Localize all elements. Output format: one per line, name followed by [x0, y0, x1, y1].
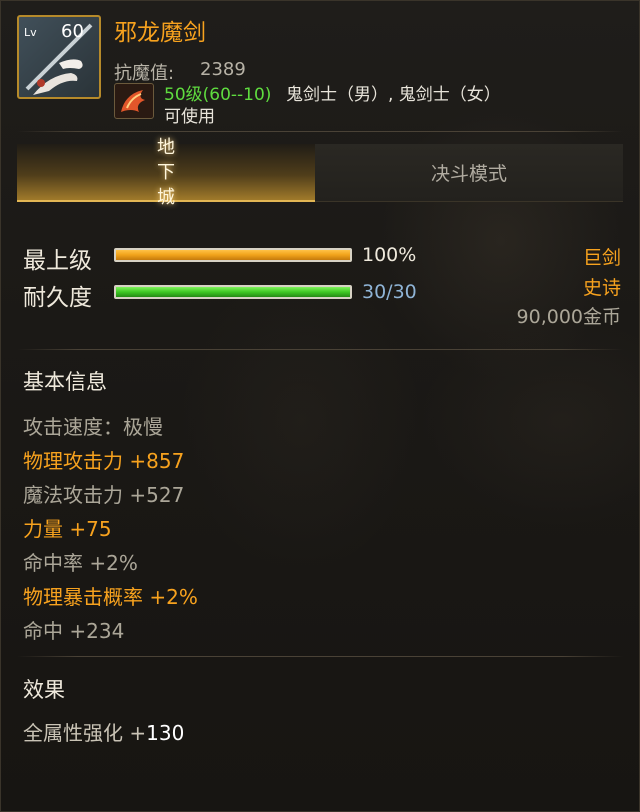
upgrade-bar-fill — [116, 250, 350, 260]
tab-pvp[interactable]: 决斗模式 — [315, 144, 623, 202]
attr-accuracy: 命中 +234 — [23, 619, 125, 643]
upgrade-label: 最上级 — [23, 248, 92, 274]
attr-physical-attack: 物理攻击力 +857 — [23, 449, 185, 473]
effect-label: 全属性强化 + — [23, 721, 147, 745]
basic-info-title: 基本信息 — [23, 370, 107, 394]
rarity: 史诗 — [582, 277, 621, 299]
item-level: 60 — [61, 21, 84, 42]
item-icon-frame[interactable]: Lv 60 — [17, 15, 101, 99]
effects-divider — [17, 656, 623, 657]
durability-bar-fill — [116, 287, 350, 297]
effect-value: 130 — [146, 721, 185, 745]
upgrade-value: 100% — [362, 244, 417, 266]
effects-title: 效果 — [23, 678, 65, 702]
effect-all-element: 全属性强化 +130 — [23, 717, 184, 746]
header-divider — [17, 131, 623, 132]
tab-dungeon[interactable]: 地下城 — [17, 137, 315, 208]
attr-attack-speed: 攻击速度：极慢 — [23, 415, 163, 439]
durability-label: 耐久度 — [23, 285, 92, 311]
durability-bar — [114, 285, 352, 299]
required-classes: 鬼剑士（男）, 鬼剑士（女） — [286, 85, 501, 105]
item-tooltip-panel: Lv 60 邪龙魔剑 抗魔值: 2389 50级(60--10) 鬼剑士（男）,… — [0, 0, 640, 812]
upgrade-bar — [114, 248, 352, 262]
mode-tabs: 地下城 决斗模式 — [17, 137, 623, 208]
usable-status: 可使用 — [164, 107, 215, 127]
stats-divider — [17, 349, 623, 350]
item-name: 邪龙魔剑 — [114, 20, 206, 46]
attr-physical-crit: 物理暴击概率 +2% — [23, 585, 198, 609]
weapon-type: 巨剑 — [582, 247, 621, 269]
ghost-swordsman-class-icon — [121, 90, 145, 112]
tab-dungeon-label: 地下城 — [157, 136, 175, 208]
attr-magic-attack: 魔法攻击力 +527 — [23, 483, 185, 507]
class-icon-frame — [114, 83, 154, 119]
attr-strength: 力量 +75 — [23, 517, 112, 541]
level-prefix: Lv — [24, 26, 37, 39]
tab-pvp-label: 决斗模式 — [430, 163, 507, 185]
durability-value: 30/30 — [362, 281, 417, 303]
sell-price: 90,000金币 — [516, 306, 621, 328]
magic-resist-value: 2389 — [200, 59, 246, 80]
attr-hit-rate: 命中率 +2% — [23, 551, 138, 575]
